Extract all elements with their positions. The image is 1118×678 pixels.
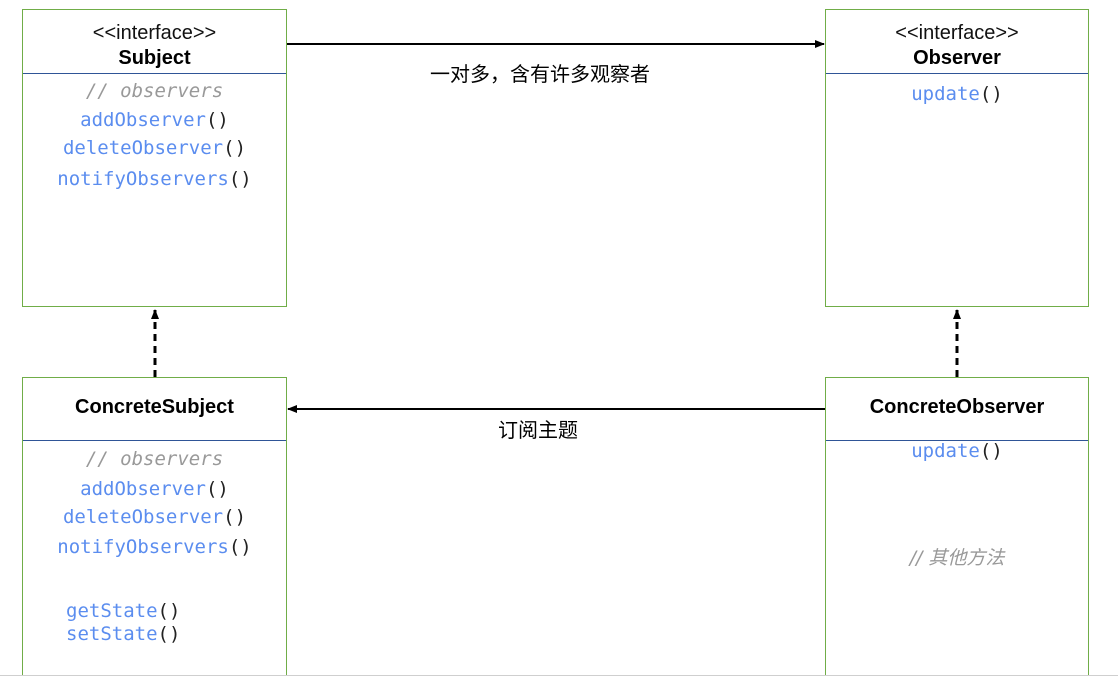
concrete-subject-class-name: ConcreteSubject (75, 396, 234, 418)
edge-label-one-to-many: 一对多，含有许多观察者 (430, 62, 650, 86)
subject-header: <<interface>> Subject (23, 10, 286, 74)
edge-label-subscribe: 订阅主题 (498, 418, 578, 442)
observer-class-name: Observer (913, 47, 1001, 69)
concrete-observer-header: ConcreteObserver (826, 378, 1088, 441)
concrete-subject-method-addobserver: addObserver() (80, 478, 229, 500)
concrete-subject-box: ConcreteSubject // observers addObserver… (22, 377, 287, 676)
concrete-subject-method-notifyobservers: notifyObservers() (57, 536, 252, 558)
observer-header: <<interface>> Observer (826, 10, 1088, 74)
subject-method-notifyobservers: notifyObservers() (57, 168, 252, 190)
subject-stereotype: <<interface>> (92, 22, 217, 44)
concrete-subject-comment: // observers (85, 448, 224, 470)
concrete-subject-header: ConcreteSubject (23, 378, 286, 441)
subject-method-deleteobserver: deleteObserver() (62, 137, 247, 159)
observer-interface-box: <<interface>> Observer update() (825, 9, 1089, 307)
concrete-subject-method-getstate: getState() (66, 600, 181, 622)
observer-method-update: update() (911, 83, 1003, 105)
concrete-observer-comment: // 其他方法 (909, 547, 1005, 569)
concrete-observer-method-update: update() (911, 440, 1003, 462)
concrete-subject-method-deleteobserver: deleteObserver() (62, 506, 247, 528)
bottom-border-line (0, 675, 1118, 676)
concrete-observer-class-name: ConcreteObserver (869, 396, 1045, 418)
subject-method-addobserver: addObserver() (80, 109, 229, 131)
observer-stereotype: <<interface>> (895, 22, 1019, 44)
subject-class-name: Subject (118, 47, 191, 69)
subject-interface-box: <<interface>> Subject // observers addOb… (22, 9, 287, 307)
subject-comment: // observers (85, 80, 224, 102)
concrete-observer-box: ConcreteObserver update() // 其他方法 (825, 377, 1089, 676)
concrete-subject-method-setstate: setState() (66, 623, 181, 645)
